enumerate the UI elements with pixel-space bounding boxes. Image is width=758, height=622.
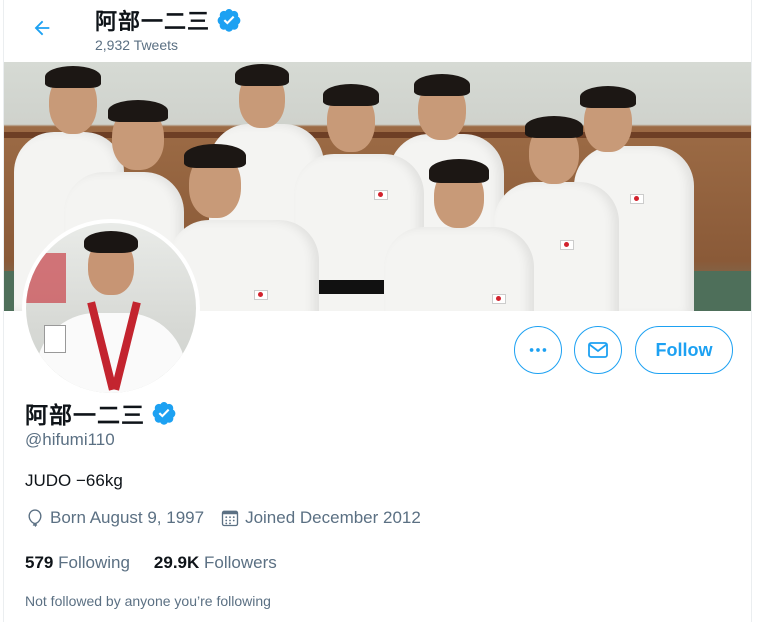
follow-button[interactable]: Follow (635, 326, 733, 374)
profile-name: 阿部一二三 (25, 396, 177, 430)
back-button[interactable] (24, 10, 60, 46)
verified-badge-icon (152, 401, 176, 425)
verified-badge-icon (217, 8, 241, 32)
followers-label: Followers (204, 553, 277, 572)
avatar-patch (44, 325, 66, 353)
follow-stats: 579 Following 29.9K Followers (25, 553, 301, 573)
joined-text: Joined December 2012 (245, 508, 421, 527)
birthdate-item: Born August 9, 1997 (25, 508, 204, 528)
tweet-count: 2,932 Tweets (95, 37, 179, 53)
profile-page: 阿部一二三 2,932 Tweets Follow 阿部一二三 @hifumi1… (3, 0, 752, 622)
following-count: 579 (25, 553, 54, 572)
more-button[interactable] (514, 326, 562, 374)
profile-handle: @hifumi110 (25, 430, 115, 449)
header-title: 阿部一二三 (95, 4, 242, 36)
calendar-icon (221, 510, 239, 527)
avatar-background-sign (26, 253, 66, 303)
arrow-left-icon (34, 20, 50, 36)
avatar-hair (84, 231, 138, 253)
birthdate-text: Born August 9, 1997 (50, 508, 205, 527)
envelope-icon (588, 342, 608, 358)
following-link[interactable]: 579 Following (25, 553, 130, 573)
profile-display-name: 阿部一二三 (25, 402, 145, 428)
profile-avatar[interactable] (22, 219, 200, 397)
mutual-followers-notice: Not followed by anyone you’re following (25, 593, 271, 609)
followers-count: 29.9K (153, 553, 200, 572)
header-display-name: 阿部一二三 (95, 9, 211, 34)
balloon-icon (28, 509, 42, 527)
more-horizontal-icon (529, 348, 547, 352)
profile-header-bar: 阿部一二三 2,932 Tweets (4, 0, 751, 62)
profile-bio: JUDO −66kg (25, 471, 123, 490)
followers-link[interactable]: 29.9K Followers (154, 553, 277, 573)
following-label: Following (58, 553, 130, 572)
joined-item: Joined December 2012 (220, 508, 421, 528)
message-button[interactable] (574, 326, 622, 374)
profile-meta: Born August 9, 1997 Joined December 2012 (25, 508, 437, 528)
